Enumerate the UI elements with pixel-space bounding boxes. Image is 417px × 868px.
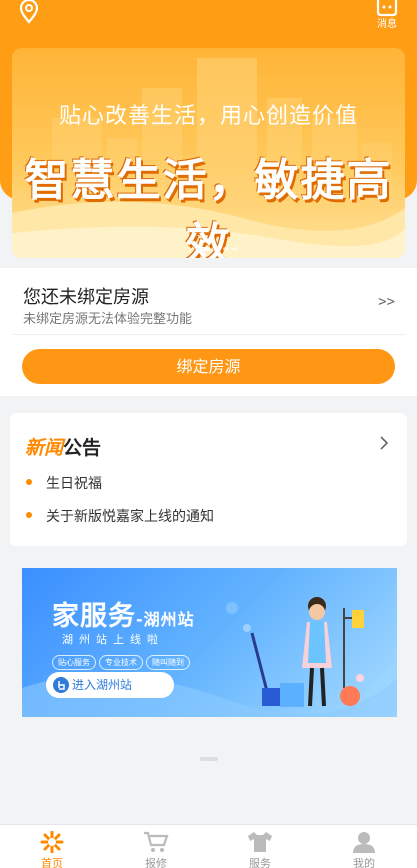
bind-title: 您还未绑定房源 [23,287,149,308]
user-icon [353,832,375,853]
promo-tags: 贴心服务 专业技术 随叫随到 [52,650,193,670]
messages-label: 消息 [377,19,397,30]
news-item-text: 关于新版悦嘉家上线的通知 [46,509,214,525]
news-heading[interactable]: 新闻公告 [25,433,101,460]
promo-title-suffix: -湖州站 [136,610,195,629]
tab-home[interactable]: 首页 [0,825,104,868]
shirt-icon [248,832,272,852]
carousel-dot-active [196,247,210,251]
news-item[interactable]: 关于新版悦嘉家上线的通知 [26,506,214,526]
news-item-text: 生日祝福 [46,476,102,492]
news-heading-part1: 新闻 [25,437,64,459]
bind-arrow-link[interactable]: >> [378,294,395,310]
page-indicator [200,757,218,761]
promo-tag: 专业技术 [99,655,143,670]
promo-banner[interactable]: 家服务-湖州站 湖州站上线啦 贴心服务 专业技术 随叫随到 进入湖州站 [22,568,397,717]
cart-icon [144,831,169,852]
tab-label: 服务 [249,857,271,868]
cleaner-illustration [250,597,364,707]
bullet-icon [26,512,32,518]
bind-property-card: 您还未绑定房源 未绑定房源无法体验完整功能 >> 绑定房源 [0,268,417,396]
tab-label: 我的 [353,857,375,868]
message-icon [376,0,398,17]
banner-subtitle: 贴心改善生活，用心创造价值 [58,104,358,129]
tab-repair[interactable]: 报修 [104,825,208,868]
carousel-dot [223,247,228,251]
bullet-icon [26,479,32,485]
news-card: 新闻公告 生日祝福 关于新版悦嘉家上线的通知 [10,413,407,546]
tab-mine[interactable]: 我的 [312,825,416,868]
tab-label: 首页 [41,857,63,868]
promo-slogan: 湖州站上线啦 [62,633,164,646]
promo-title-main: 家服务 [52,601,136,632]
divider [12,334,405,335]
promo-tag: 贴心服务 [52,655,96,670]
enter-station-button[interactable]: 进入湖州站 [46,672,174,698]
news-item[interactable]: 生日祝福 [26,473,102,493]
carousel-dot [214,247,219,251]
home-icon [40,831,64,853]
location-icon[interactable] [16,0,42,24]
enter-station-label: 进入湖州站 [72,678,133,692]
bind-description: 未绑定房源无法体验完整功能 [23,312,193,327]
banner-carousel[interactable]: 贴心改善生活，用心创造价值 智慧生活，敏捷高效 [12,48,405,258]
tab-label: 报修 [145,857,167,868]
carousel-indicators [196,236,241,251]
promo-tag: 随叫随到 [146,655,190,670]
tab-service[interactable]: 服务 [208,825,312,868]
news-heading-part2: 公告 [63,437,102,459]
messages-button[interactable]: 消息 [367,0,407,34]
carousel-dot [232,247,237,251]
chevron-right-icon[interactable] [379,435,389,451]
bind-property-button[interactable]: 绑定房源 [22,349,395,384]
promo-title: 家服务-湖州站 [52,594,195,633]
bottom-tabbar: 首页 报修 服务 我的 [0,824,417,868]
hand-pointer-icon [53,677,69,693]
